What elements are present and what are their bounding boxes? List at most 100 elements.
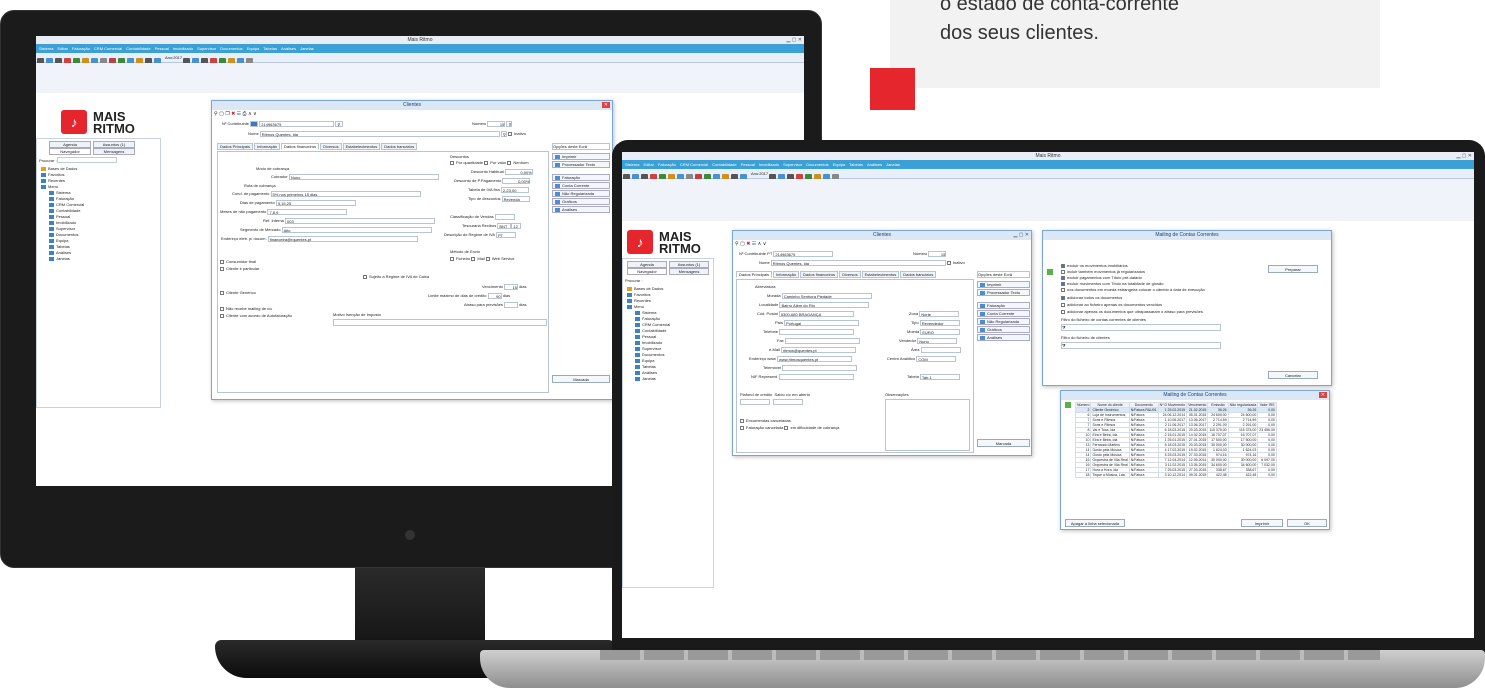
menu-item-fatura-o[interactable]: Faturação: [72, 46, 90, 51]
table-row[interactable]: 14 Gosto pela Música N/Fatura 4 17.02.2015 1…: [1075, 447, 1277, 453]
search-icon[interactable]: ⚲: [335, 121, 344, 127]
laptop-clientes-controls[interactable]: ▁ ▢ ✕: [1013, 232, 1029, 238]
laptop-email-field[interactable]: ritmos@quentes.pt: [781, 347, 857, 353]
fax-field[interactable]: [784, 338, 860, 344]
search-icon[interactable]: ⚲: [506, 121, 513, 127]
column-header[interactable]: Nº D Movimento: [1157, 402, 1188, 408]
menu-item-an-lises[interactable]: Análises: [867, 162, 882, 167]
arrow-up-icon[interactable]: ∧: [248, 111, 252, 117]
tab-assuntos[interactable]: Assuntos (1): [93, 141, 135, 148]
new-icon[interactable]: ▢: [740, 241, 745, 247]
marcada-button[interactable]: Marcada: [552, 375, 610, 383]
side-button-conta-corrente[interactable]: Conta Corrente: [977, 310, 1030, 317]
observacoes-field[interactable]: [885, 399, 970, 451]
mailing-option-checkbox[interactable]: [1061, 263, 1065, 268]
mailing-option-checkbox[interactable]: [1061, 275, 1065, 280]
table-row[interactable]: 14 Gosto pela Música N/Fatura 5 25.03.2015 2…: [1075, 452, 1277, 458]
numero-field[interactable]: 15: [487, 121, 506, 127]
menu-item-tabelas[interactable]: Tabelas: [263, 46, 277, 51]
side-button-gr-ficos[interactable]: Gráficos: [552, 198, 610, 205]
regime-field[interactable]: PT: [495, 232, 516, 238]
tipo-desc-field[interactable]: Revenda: [501, 196, 530, 202]
search-input[interactable]: [57, 157, 117, 163]
laptop-tab-assuntos[interactable]: Assuntos (1): [669, 261, 709, 268]
tab-dados-financeiros[interactable]: Dados financeiros: [800, 271, 839, 278]
consumidor-checkbox[interactable]: [220, 259, 224, 264]
search-icon[interactable]: ⚲: [500, 131, 507, 137]
radio-atraso[interactable]: [1061, 309, 1065, 314]
menu-item-sistema[interactable]: Sistema: [625, 162, 639, 167]
morada-field[interactable]: Caminho Senhora Piedade: [781, 293, 872, 299]
menu-item-editar[interactable]: Editar: [57, 46, 67, 51]
menu-item-documentos[interactable]: Documentos: [220, 46, 242, 51]
filtro2-field[interactable]: ⧩: [1061, 342, 1221, 349]
radio-vencidos[interactable]: [1061, 302, 1065, 307]
menu-item-supervisor[interactable]: Supervisor: [197, 46, 216, 51]
www-field[interactable]: www.ritmosquentes.pt: [777, 356, 853, 362]
saldo-field[interactable]: [773, 399, 803, 405]
telemovel-field[interactable]: [782, 365, 858, 371]
side-button-imprimir[interactable]: Imprimir: [977, 281, 1030, 288]
year-label[interactable]: Ano:2017: [751, 171, 768, 176]
menu-item-contabilidade[interactable]: Contabilidade: [712, 162, 736, 167]
tab-dados-principais[interactable]: Dados Principais: [736, 271, 773, 278]
menu-item-pessoal[interactable]: Pessoal: [155, 46, 169, 51]
menu-item-equipa[interactable]: Equipa: [833, 162, 845, 167]
radio-nenhum[interactable]: [507, 160, 512, 165]
table-row[interactable]: 7 Sons e Ritmos N/Fatura 1 10.06.2017 13.06.…: [1075, 417, 1277, 423]
email-field[interactable]: financeira@rquentes.pt: [267, 236, 418, 242]
table-row[interactable]: 18 Toque a Música, Lda. N/Fatura 3 10.12.20…: [1075, 472, 1277, 478]
radio-valor[interactable]: [484, 160, 489, 165]
menu-item-editar[interactable]: Editar: [643, 162, 653, 167]
delete-icon[interactable]: ✖: [231, 111, 235, 117]
delete-icon[interactable]: ✖: [746, 241, 750, 247]
menu-item-pessoal[interactable]: Pessoal: [741, 162, 755, 167]
list-icon[interactable]: ☰: [752, 241, 756, 247]
menu-item-tabelas[interactable]: Tabelas: [849, 162, 863, 167]
laptop-nome-field[interactable]: Ritmos Quentes, lda: [770, 260, 946, 266]
nome-field[interactable]: Ritmos Quentes, lda: [259, 131, 500, 137]
laptop-marcada-button[interactable]: Marcada: [977, 439, 1030, 447]
mailing-option-checkbox[interactable]: [1061, 287, 1065, 292]
tabela-iva-field[interactable]: 2-23,00: [500, 187, 529, 193]
faturacao-checkbox[interactable]: [740, 425, 744, 430]
cancelar-button[interactable]: Cancelar: [1268, 371, 1318, 379]
laptop-tab-mensagens[interactable]: Mensagens: [669, 268, 709, 275]
menu-item-sistema[interactable]: Sistema: [39, 46, 53, 51]
tab-diversos[interactable]: Diversos: [320, 143, 342, 150]
window-controls[interactable]: ▁ ▢ ✕: [786, 37, 802, 43]
side-button-fatura-o[interactable]: Faturação: [552, 174, 610, 181]
vendedor-field[interactable]: Nuno: [917, 338, 958, 344]
side-button-processador-texto[interactable]: Processador Texto: [977, 289, 1030, 296]
particular-checkbox[interactable]: [220, 266, 224, 271]
table-row[interactable]: 16 Orquestra de Vila Real N/Fatura 7 12.04.…: [1075, 457, 1277, 463]
new-icon[interactable]: ▢: [219, 111, 224, 117]
country-flag[interactable]: [250, 121, 259, 127]
radio-quantidade[interactable]: [450, 160, 454, 165]
menu-item-an-lises[interactable]: Análises: [281, 46, 296, 51]
menu-item-contabilidade[interactable]: Contabilidade: [126, 46, 150, 51]
side-button-conta-corrente[interactable]: Conta Corrente: [552, 182, 610, 189]
acordo-checkbox[interactable]: [220, 313, 224, 318]
menu-item-equipa[interactable]: Equipa: [247, 46, 259, 51]
limite-field[interactable]: 90: [487, 293, 502, 299]
localidade-field[interactable]: Bairro Além do Rio: [779, 302, 870, 308]
column-header[interactable]: Vencimento: [1186, 402, 1209, 408]
imprimir-button[interactable]: Imprimir: [1241, 519, 1283, 527]
dias-field[interactable]: 5,15,25: [275, 200, 356, 206]
opcoes-dropdown[interactable]: Opções deste Ecrã: [552, 143, 610, 150]
sujeito-checkbox[interactable]: [363, 274, 367, 279]
tab-dados-banc-rios[interactable]: Dados bancários: [381, 143, 418, 150]
laptop-tab-navegador[interactable]: Navegador: [627, 268, 667, 275]
cobrador-field[interactable]: Nuno: [288, 174, 439, 180]
search-icon[interactable]: ⚲: [214, 111, 218, 117]
laptop-inativo-checkbox[interactable]: [946, 261, 951, 265]
generico-checkbox[interactable]: [220, 290, 224, 295]
encomendas-checkbox[interactable]: [740, 418, 744, 423]
moeda-field[interactable]: EURO: [920, 329, 961, 335]
dificuldade-checkbox[interactable]: [784, 425, 789, 430]
apagar-button[interactable]: Apagar a linha selecionada: [1065, 519, 1125, 527]
side-button-gr-ficos[interactable]: Gráficos: [977, 326, 1030, 333]
menu-item-janelas[interactable]: Janelas: [886, 162, 900, 167]
seg-field[interactable]: Alto: [281, 227, 432, 233]
